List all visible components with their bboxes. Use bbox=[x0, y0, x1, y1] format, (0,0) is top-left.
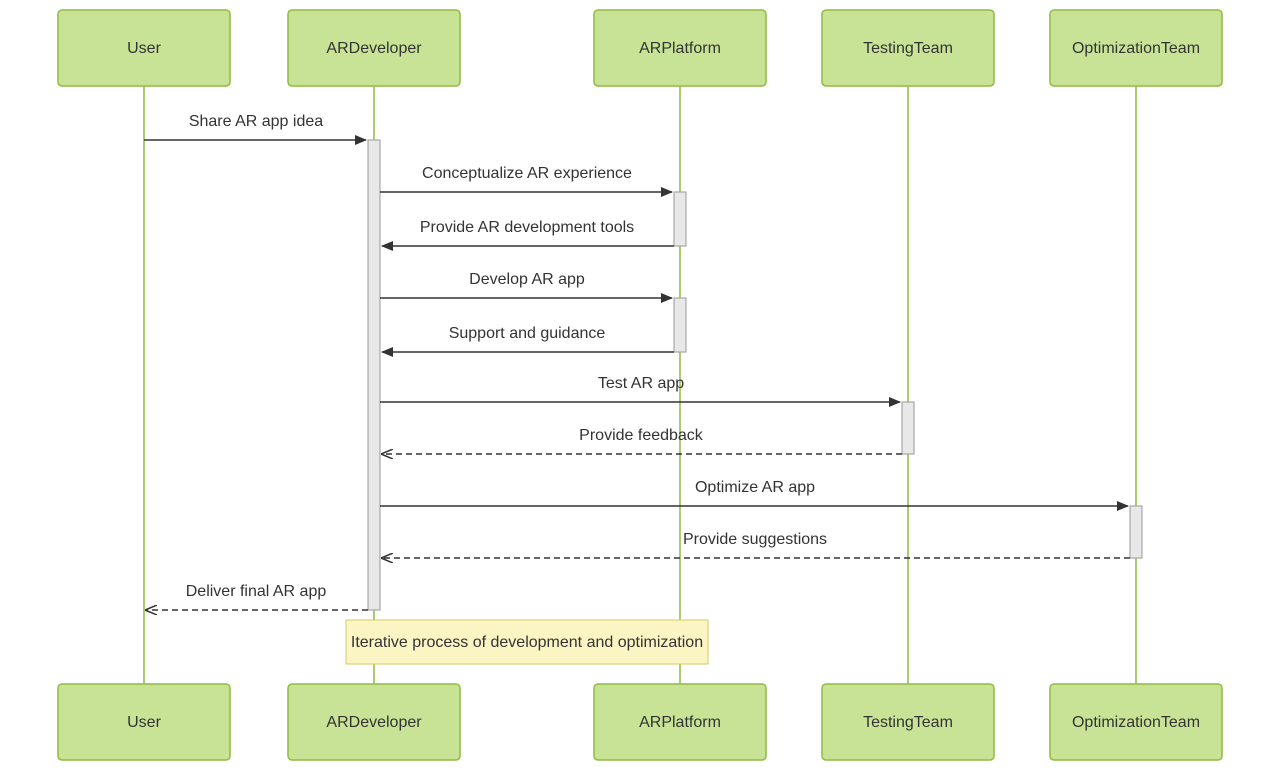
message-label: Provide feedback bbox=[579, 427, 704, 444]
actor-box-user-bottom: User bbox=[58, 684, 230, 760]
activation-ardev bbox=[368, 140, 380, 610]
message-label: Develop AR app bbox=[469, 271, 585, 288]
actor-box-user-top: User bbox=[58, 10, 230, 86]
actor-label: ARPlatform bbox=[639, 714, 721, 731]
message-label: Deliver final AR app bbox=[186, 583, 327, 600]
actor-label: TestingTeam bbox=[863, 714, 953, 731]
message-label: Provide suggestions bbox=[683, 531, 827, 548]
actor-label: User bbox=[127, 714, 161, 731]
actor-box-arplat-top: ARPlatform bbox=[594, 10, 766, 86]
actor-label: ARPlatform bbox=[639, 40, 721, 57]
message-label: Support and guidance bbox=[449, 325, 606, 342]
message-label: Conceptualize AR experience bbox=[422, 165, 632, 182]
message-label: Provide AR development tools bbox=[420, 219, 634, 236]
actor-box-testing-bottom: TestingTeam bbox=[822, 684, 994, 760]
actor-label: OptimizationTeam bbox=[1072, 714, 1200, 731]
actor-label: ARDeveloper bbox=[326, 40, 422, 57]
note-label: Iterative process of development and opt… bbox=[351, 634, 703, 651]
message-label: Share AR app idea bbox=[189, 113, 323, 130]
actor-label: OptimizationTeam bbox=[1072, 40, 1200, 57]
actor-box-ardev-bottom: ARDeveloper bbox=[288, 684, 460, 760]
activation-arplat-2 bbox=[674, 298, 686, 352]
sequence-diagram: User ARDeveloper ARPlatform TestingTeam … bbox=[0, 0, 1280, 772]
actor-box-testing-top: TestingTeam bbox=[822, 10, 994, 86]
message-label: Test AR app bbox=[598, 375, 684, 392]
actor-label: ARDeveloper bbox=[326, 714, 422, 731]
actor-box-ardev-top: ARDeveloper bbox=[288, 10, 460, 86]
activation-testing bbox=[902, 402, 914, 454]
activation-opt bbox=[1130, 506, 1142, 558]
actor-label: TestingTeam bbox=[863, 40, 953, 57]
actor-box-opt-top: OptimizationTeam bbox=[1050, 10, 1222, 86]
message-label: Optimize AR app bbox=[695, 479, 815, 496]
activation-arplat-1 bbox=[674, 192, 686, 246]
note-over-ardev: Iterative process of development and opt… bbox=[346, 620, 708, 664]
actor-label: User bbox=[127, 40, 161, 57]
actor-box-opt-bottom: OptimizationTeam bbox=[1050, 684, 1222, 760]
actor-box-arplat-bottom: ARPlatform bbox=[594, 684, 766, 760]
